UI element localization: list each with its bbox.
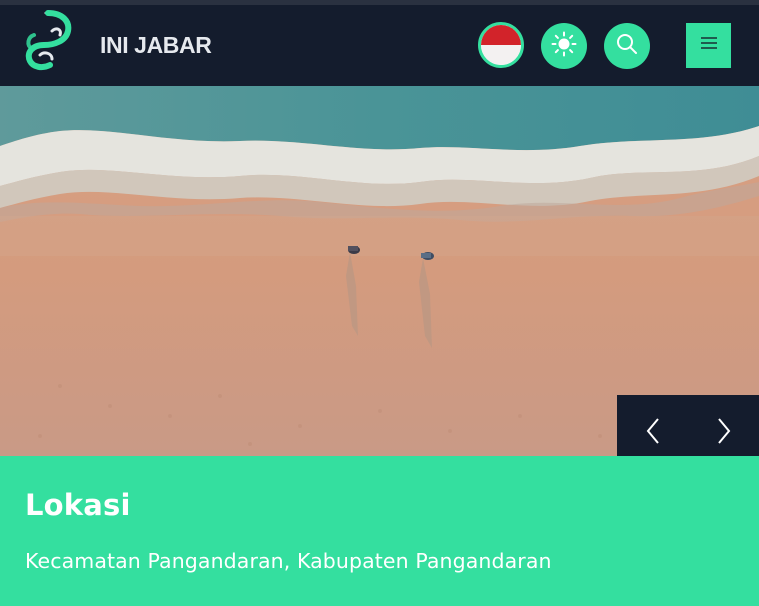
search-button[interactable] — [604, 23, 650, 69]
location-text: Kecamatan Pangandaran, Kabupaten Pangand… — [25, 549, 552, 573]
site-header: INI JABAR — [0, 5, 759, 86]
location-title: Lokasi — [25, 488, 131, 522]
hero-image-slider — [0, 86, 759, 456]
chevron-right-icon — [716, 417, 732, 445]
location-info-section: Lokasi Kecamatan Pangandaran, Kabupaten … — [0, 456, 759, 606]
menu-button[interactable] — [686, 23, 731, 68]
theme-toggle-button[interactable] — [541, 23, 587, 69]
indonesia-flag-icon — [481, 25, 521, 45]
sun-icon — [551, 31, 577, 62]
site-brand-name[interactable]: INI JABAR — [100, 32, 212, 59]
slider-next-button[interactable] — [688, 395, 759, 456]
language-switch-button[interactable] — [478, 22, 524, 68]
slider-prev-button[interactable] — [617, 395, 688, 456]
chevron-left-icon — [645, 417, 661, 445]
hamburger-menu-icon — [700, 36, 718, 55]
search-icon — [615, 32, 639, 61]
ini-jabar-logo-icon[interactable] — [22, 7, 74, 71]
slider-navigation — [617, 395, 759, 456]
